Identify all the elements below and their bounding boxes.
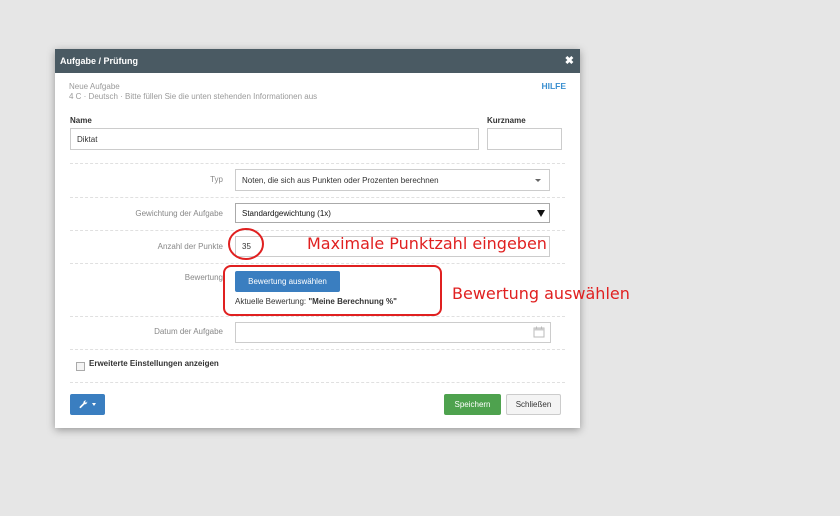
points-highlight-circle <box>228 228 264 260</box>
annotation-shapes <box>223 228 442 316</box>
points-annotation: Maximale Punktzahl eingeben <box>307 234 547 253</box>
rating-annotation: Bewertung auswählen <box>452 284 630 303</box>
rating-highlight-box <box>223 265 442 316</box>
